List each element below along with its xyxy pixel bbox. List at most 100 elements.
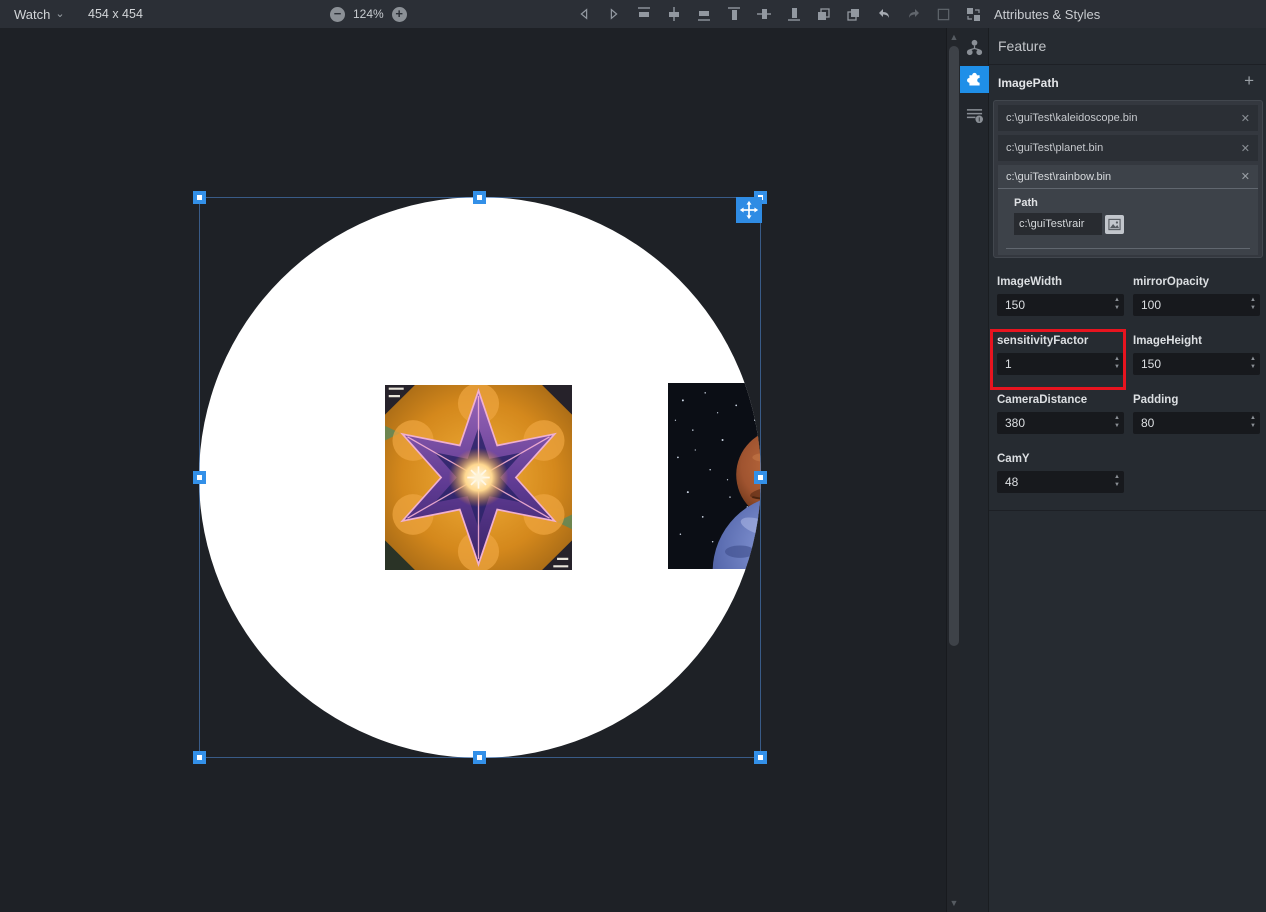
selection-handle-inner bbox=[477, 195, 482, 200]
field-label: mirrorOpacity bbox=[1133, 276, 1260, 288]
selection-handle[interactable] bbox=[473, 751, 486, 764]
align-left-icon[interactable] bbox=[635, 6, 652, 23]
scroll-up-arrow-icon[interactable]: ▲ bbox=[947, 30, 961, 44]
spin-up-icon[interactable]: ▲ bbox=[1114, 473, 1120, 481]
spin-down-icon[interactable]: ▼ bbox=[1114, 481, 1120, 489]
spinner-control[interactable]: ▲▼ bbox=[1114, 414, 1120, 430]
imagepath-item-text: c:\guiTest\planet.bin bbox=[1006, 142, 1103, 154]
padding-input[interactable] bbox=[1133, 416, 1260, 430]
spin-down-icon[interactable]: ▼ bbox=[1250, 422, 1256, 430]
field-imagewidth: ImageWidth ▲▼ bbox=[997, 276, 1124, 316]
zoom-in-button[interactable]: + bbox=[392, 7, 407, 22]
selection-handle-inner bbox=[758, 475, 763, 480]
remove-item-icon[interactable]: ✕ bbox=[1241, 112, 1250, 125]
canvas-size-label: 454 x 454 bbox=[88, 0, 143, 28]
imagepath-item-text: c:\guiTest\rainbow.bin bbox=[1006, 171, 1111, 183]
spin-down-icon[interactable]: ▼ bbox=[1114, 304, 1120, 312]
scene-tree-icon[interactable] bbox=[963, 36, 986, 59]
align-bottom-icon[interactable] bbox=[785, 6, 802, 23]
imagepath-list: c:\guiTest\kaleidoscope.bin ✕ c:\guiTest… bbox=[993, 100, 1263, 258]
play-icon[interactable] bbox=[605, 6, 622, 23]
scrollbar-thumb[interactable] bbox=[949, 46, 959, 646]
spinner-control[interactable]: ▲▼ bbox=[1114, 355, 1120, 371]
add-imagepath-button[interactable]: + bbox=[1244, 72, 1254, 89]
spinner-control[interactable]: ▲▼ bbox=[1250, 355, 1256, 371]
spin-up-icon[interactable]: ▲ bbox=[1250, 355, 1256, 363]
spin-up-icon[interactable]: ▲ bbox=[1250, 296, 1256, 304]
browse-image-button[interactable] bbox=[1105, 215, 1124, 234]
camy-input[interactable] bbox=[997, 475, 1124, 489]
redo-icon[interactable] bbox=[905, 6, 922, 23]
align-top-icon[interactable] bbox=[725, 6, 742, 23]
spin-up-icon[interactable]: ▲ bbox=[1114, 296, 1120, 304]
zoom-controls: − 124% + bbox=[330, 0, 407, 28]
selection-handle[interactable] bbox=[193, 191, 206, 204]
align-center-horizontal-icon[interactable] bbox=[665, 6, 682, 23]
spinner-control[interactable]: ▲▼ bbox=[1250, 414, 1256, 430]
field-label: ImageHeight bbox=[1133, 335, 1260, 347]
attributes-panel: Feature ImagePath + c:\guiTest\kaleidosc… bbox=[989, 28, 1266, 912]
field-sensitivityfactor: sensitivityFactor ▲▼ bbox=[997, 335, 1124, 375]
field-mirroropacity: mirrorOpacity ▲▼ bbox=[1133, 276, 1260, 316]
spinner-control[interactable]: ▲▼ bbox=[1250, 296, 1256, 312]
selection-handle[interactable] bbox=[193, 751, 206, 764]
bring-forward-icon[interactable] bbox=[815, 6, 832, 23]
imagepath-item-title-row[interactable]: c:\guiTest\rainbow.bin ✕ bbox=[998, 165, 1258, 189]
spin-down-icon[interactable]: ▼ bbox=[1114, 363, 1120, 371]
imagepath-label: ImagePath bbox=[998, 76, 1059, 90]
align-right-icon[interactable] bbox=[695, 6, 712, 23]
planet-image[interactable] bbox=[668, 383, 761, 569]
imagepath-item-planet[interactable]: c:\guiTest\planet.bin ✕ bbox=[998, 135, 1258, 161]
spinner-control[interactable]: ▲▼ bbox=[1114, 296, 1120, 312]
selection-handle-inner bbox=[197, 755, 202, 760]
cameradistance-input[interactable] bbox=[997, 416, 1124, 430]
selection-handle[interactable] bbox=[754, 751, 767, 764]
imagewidth-input[interactable] bbox=[997, 298, 1124, 312]
imagepath-item-rainbow-expanded[interactable]: c:\guiTest\rainbow.bin ✕ Path bbox=[998, 165, 1258, 255]
selection-handle-inner bbox=[758, 755, 763, 760]
step-back-icon[interactable] bbox=[575, 6, 592, 23]
editor-toolbar bbox=[575, 0, 982, 28]
spin-up-icon[interactable]: ▲ bbox=[1114, 414, 1120, 422]
spin-down-icon[interactable]: ▼ bbox=[1250, 304, 1256, 312]
properties-info-icon[interactable]: i bbox=[963, 104, 986, 127]
spin-down-icon[interactable]: ▼ bbox=[1250, 363, 1256, 371]
imagepath-item-text: c:\guiTest\kaleidoscope.bin bbox=[1006, 112, 1137, 124]
imagepath-item-kaleidoscope[interactable]: c:\guiTest\kaleidoscope.bin ✕ bbox=[998, 105, 1258, 131]
sensitivityfactor-input[interactable] bbox=[997, 357, 1124, 371]
swap-components-icon[interactable] bbox=[965, 6, 982, 23]
components-puzzle-icon[interactable] bbox=[960, 66, 989, 93]
selection-handle[interactable] bbox=[754, 471, 767, 484]
path-sublabel: Path bbox=[1014, 197, 1038, 209]
move-selection-button[interactable] bbox=[736, 197, 762, 223]
canvas-vertical-scrollbar[interactable]: ▲ ▼ bbox=[946, 28, 960, 912]
undo-icon[interactable] bbox=[875, 6, 892, 23]
design-canvas[interactable] bbox=[0, 28, 946, 912]
mirroropacity-input[interactable] bbox=[1133, 298, 1260, 312]
app-window: Watch ⌄ 454 x 454 − 124% + bbox=[0, 0, 1266, 912]
spin-up-icon[interactable]: ▲ bbox=[1114, 355, 1120, 363]
field-label: CameraDistance bbox=[997, 394, 1124, 406]
field-label: Padding bbox=[1133, 394, 1260, 406]
spinner-control[interactable]: ▲▼ bbox=[1114, 473, 1120, 489]
watch-dropdown-label: Watch bbox=[14, 7, 50, 22]
watchface-preview[interactable] bbox=[199, 197, 761, 758]
scroll-down-arrow-icon[interactable]: ▼ bbox=[947, 896, 961, 910]
zoom-level-label: 124% bbox=[353, 7, 384, 21]
path-input[interactable] bbox=[1014, 213, 1102, 235]
spin-up-icon[interactable]: ▲ bbox=[1250, 414, 1256, 422]
border-box-icon[interactable] bbox=[935, 6, 952, 23]
selection-handle[interactable] bbox=[473, 191, 486, 204]
align-center-vertical-icon[interactable] bbox=[755, 6, 772, 23]
remove-item-icon[interactable]: ✕ bbox=[1241, 142, 1250, 155]
send-backward-icon[interactable] bbox=[845, 6, 862, 23]
zoom-out-button[interactable]: − bbox=[330, 7, 345, 22]
watch-target-dropdown[interactable]: Watch ⌄ bbox=[14, 0, 65, 28]
selection-handle[interactable] bbox=[193, 471, 206, 484]
kaleidoscope-image[interactable] bbox=[385, 385, 572, 570]
imageheight-input[interactable] bbox=[1133, 357, 1260, 371]
field-label: sensitivityFactor bbox=[997, 335, 1124, 347]
remove-item-icon[interactable]: ✕ bbox=[1241, 170, 1250, 183]
spin-down-icon[interactable]: ▼ bbox=[1114, 422, 1120, 430]
field-padding: Padding ▲▼ bbox=[1133, 394, 1260, 434]
